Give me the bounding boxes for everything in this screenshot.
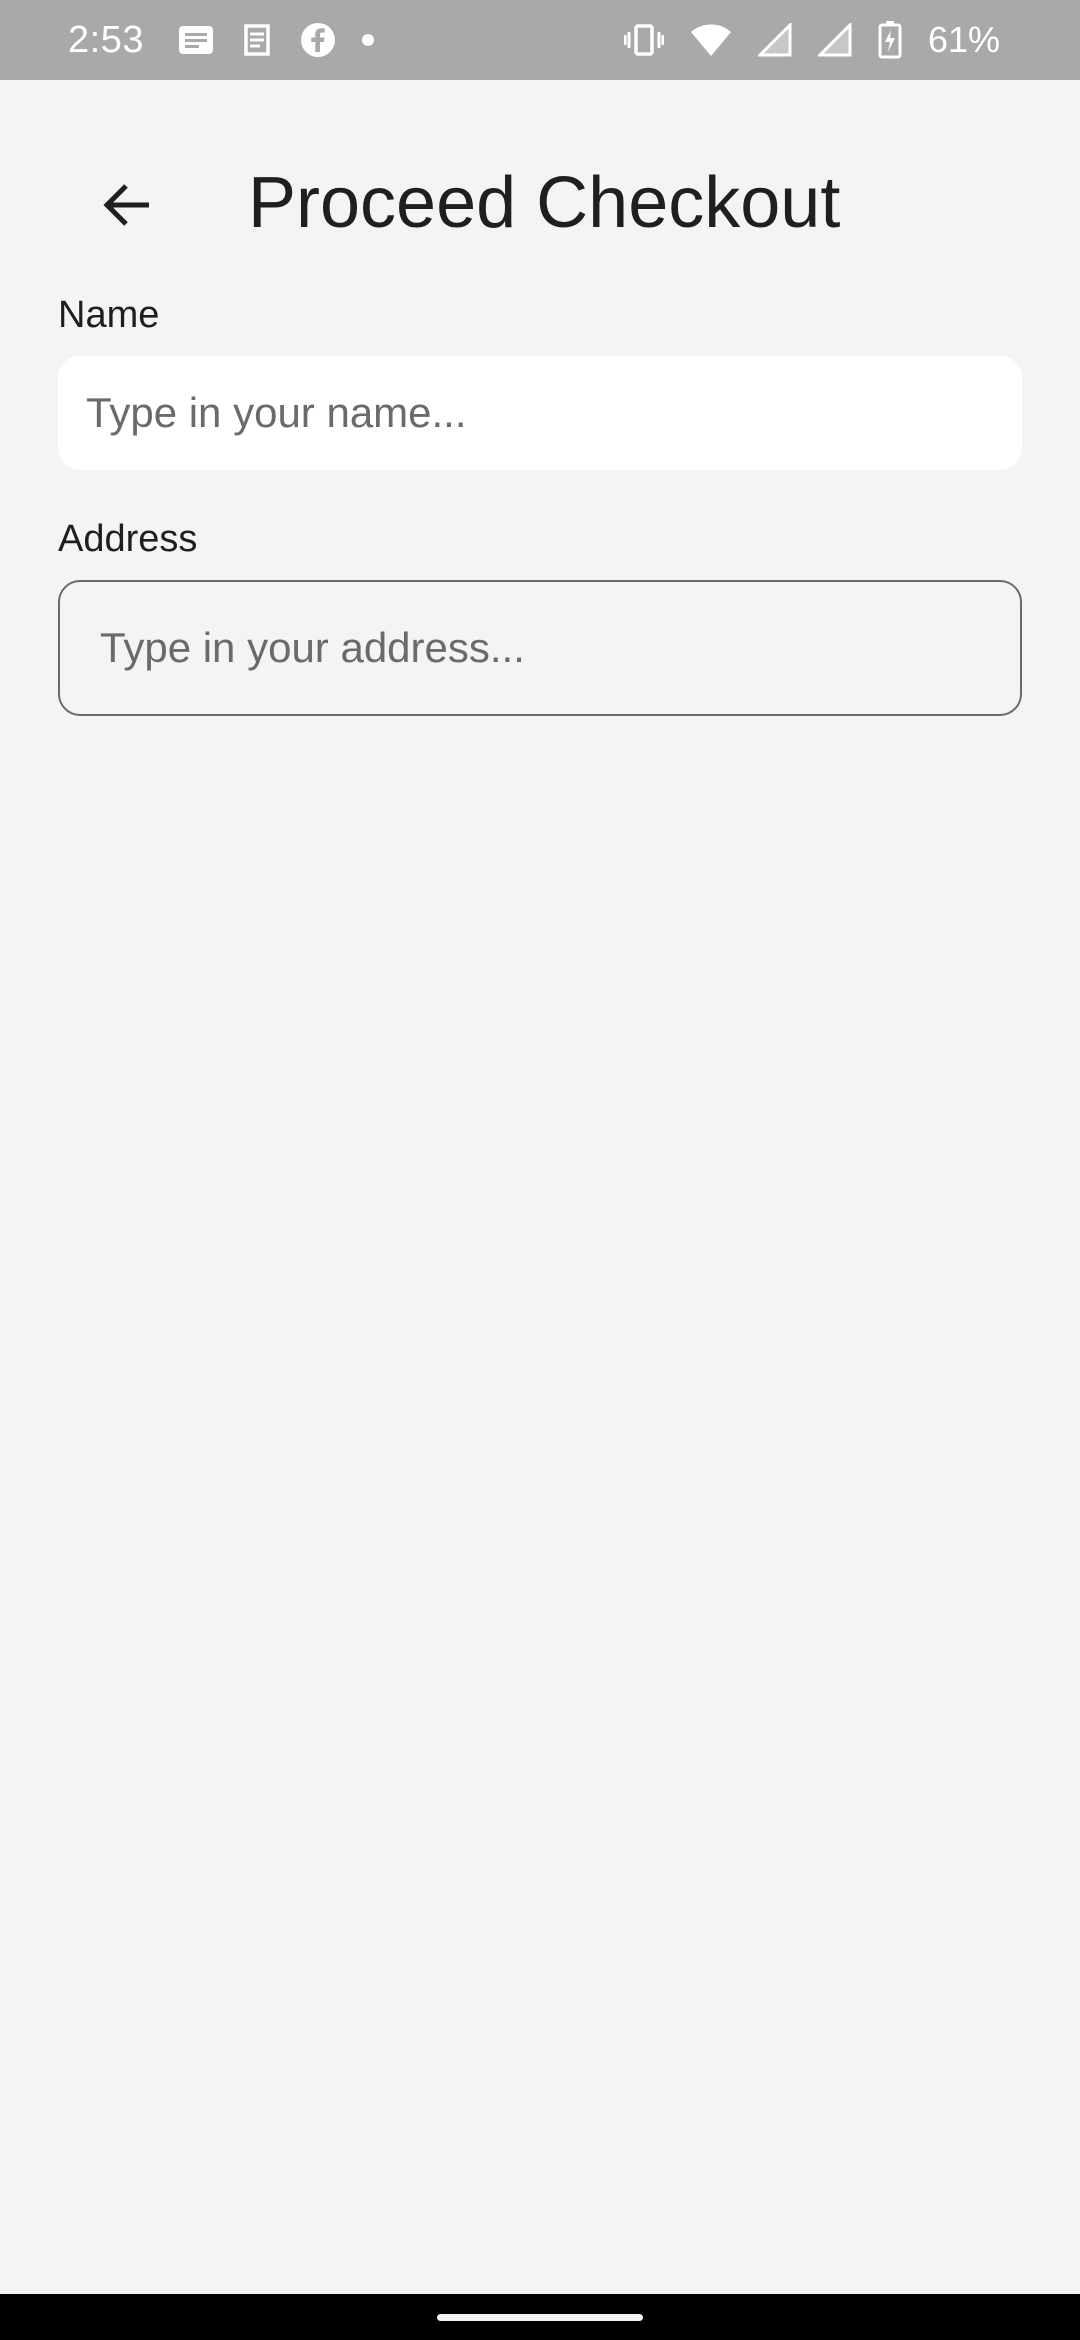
home-gesture-handle[interactable] [437,2313,643,2321]
signal-icon [817,23,852,57]
arrow-back-icon [103,184,149,226]
status-bar-right: 61% [623,19,1000,61]
back-button[interactable] [72,150,182,260]
vibrate-icon [623,23,664,57]
more-notifications-dot-icon [361,34,374,46]
page-title: Proceed Checkout [248,163,841,243]
name-label: Name [58,294,160,336]
navigation-bar [0,2294,1080,2340]
app-notification-icon [240,22,274,58]
message-notification-icon [178,24,214,56]
checkout-screen: 2:53 61% Proceed Checkout Name Type in y… [0,0,1080,2340]
battery-percent: 61% [927,19,1000,60]
facebook-icon [300,22,336,58]
status-time: 2:53 [68,18,144,61]
app-bar: Proceed Checkout [0,130,1080,280]
name-input[interactable] [58,356,1022,470]
signal-icon [757,23,792,57]
wifi-icon [690,23,732,57]
status-bar: 2:53 61% [0,0,1080,80]
battery-charging-icon [878,21,902,59]
status-bar-left: 2:53 [68,19,374,62]
address-label: Address [58,518,198,560]
address-input[interactable] [58,580,1022,716]
